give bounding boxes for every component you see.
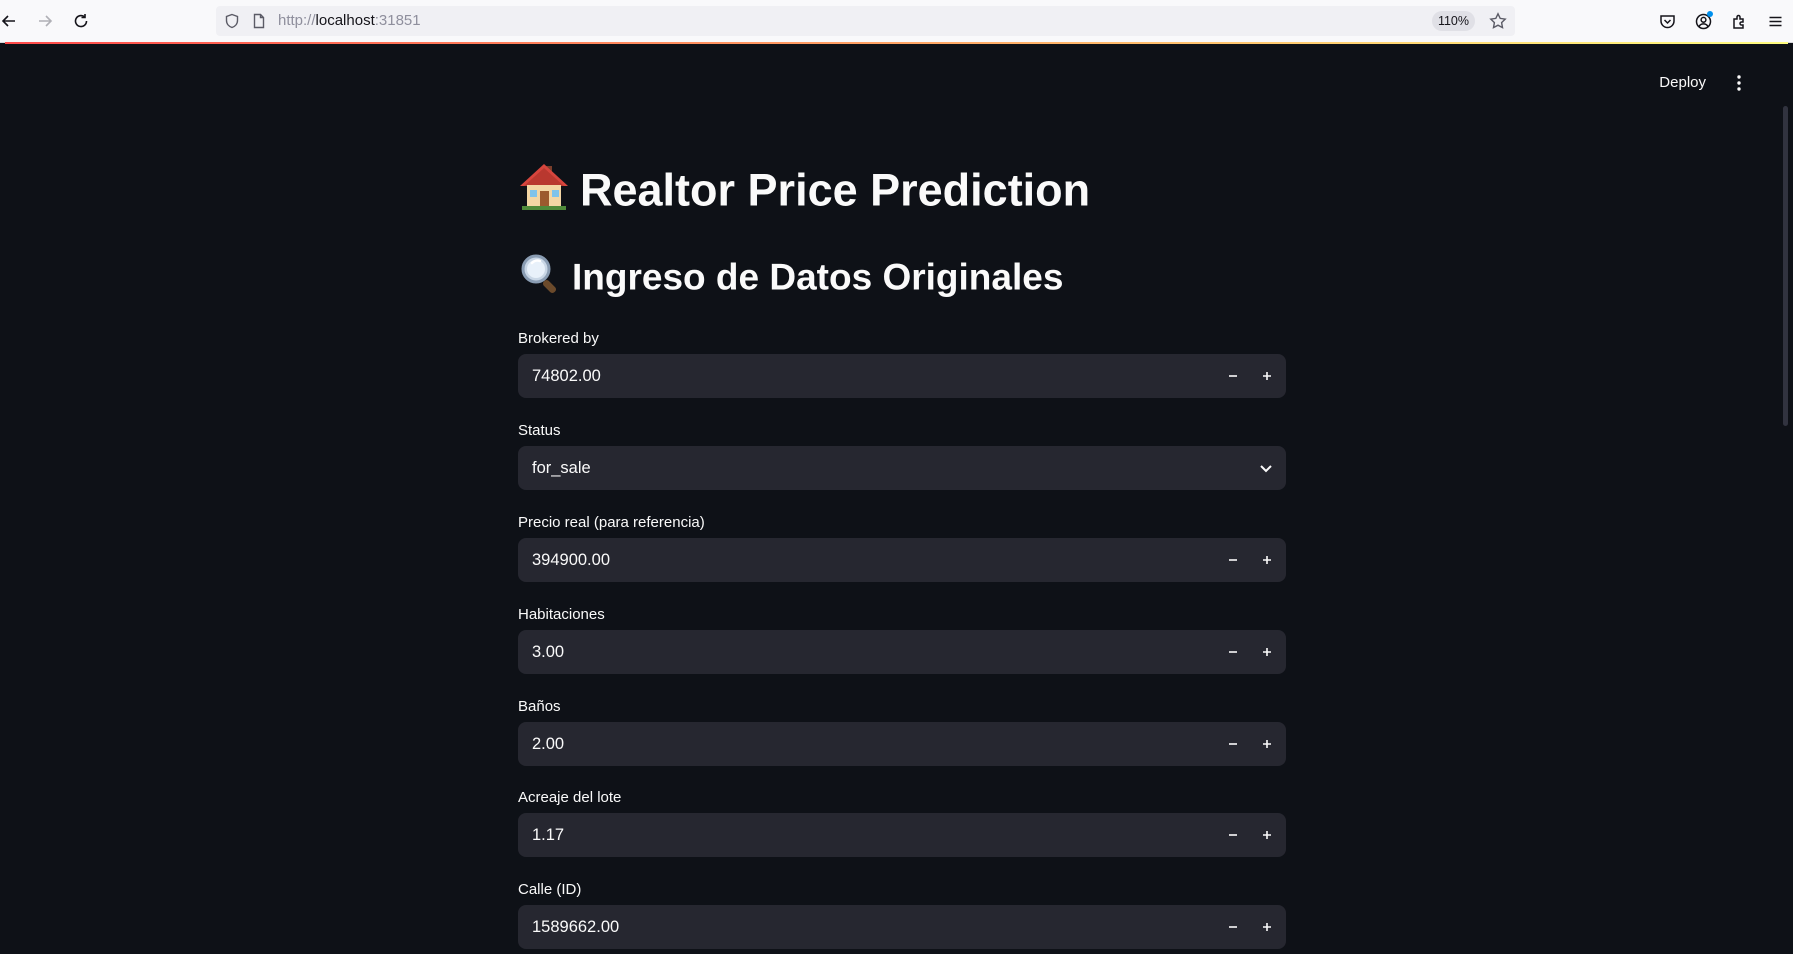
calle-id-input[interactable]: 1589662.00 [532,905,619,949]
magnifying-glass-emoji-icon [518,252,562,307]
account-icon[interactable] [1691,9,1715,33]
habitaciones-increment-button[interactable] [1253,638,1281,666]
section-heading: Ingreso de Datos Originales [518,252,1063,307]
status-selected-value[interactable]: for_sale [532,446,591,490]
main-menu-icon[interactable] [1726,70,1752,96]
acreaje-field: Acreaje del lote 1.17 [518,788,1286,857]
precio-real-input-box[interactable]: 394900.00 [518,538,1286,582]
calle-id-increment-button[interactable] [1253,913,1281,941]
precio-real-decrement-button[interactable] [1219,546,1247,574]
status-label: Status [518,422,561,439]
url-host: localhost [315,12,375,29]
brokered-by-label: Brokered by [518,330,599,347]
precio-real-input[interactable]: 394900.00 [532,538,610,582]
banos-field: Baños 2.00 [518,697,1286,766]
banos-label: Baños [518,698,561,715]
habitaciones-label: Habitaciones [518,606,605,623]
calle-id-input-box[interactable]: 1589662.00 [518,905,1286,949]
acreaje-input[interactable]: 1.17 [532,813,564,857]
acreaje-decrement-button[interactable] [1219,821,1247,849]
address-bar[interactable]: http://localhost:31851 110% [216,6,1515,36]
acreaje-increment-button[interactable] [1253,821,1281,849]
bookmark-star-icon[interactable] [1489,12,1507,30]
brokered-by-input[interactable]: 74802.00 [532,354,601,398]
precio-real-increment-button[interactable] [1253,546,1281,574]
notification-dot [1707,11,1713,17]
banos-increment-button[interactable] [1253,730,1281,758]
calle-id-field: Calle (ID) 1589662.00 [518,880,1286,949]
page-title-text: Realtor Price Prediction [580,164,1091,216]
status-select[interactable]: for_sale [518,446,1286,490]
zoom-level-badge[interactable]: 110% [1431,11,1475,31]
brokered-by-field: Brokered by 74802.00 [518,329,1286,398]
banos-input-box[interactable]: 2.00 [518,722,1286,766]
acreaje-label: Acreaje del lote [518,789,622,806]
pocket-icon[interactable] [1655,9,1679,33]
precio-real-label: Precio real (para referencia) [518,514,705,531]
habitaciones-field: Habitaciones 3.00 [518,605,1286,674]
habitaciones-input[interactable]: 3.00 [532,630,564,674]
page-title: Realtor Price Prediction [518,160,1090,227]
url-text[interactable]: http://localhost:31851 [278,6,421,36]
forward-icon[interactable] [32,8,58,34]
app-menu-icon[interactable] [1763,9,1787,33]
chevron-down-icon[interactable] [1256,458,1276,478]
brokered-by-increment-button[interactable] [1253,362,1281,390]
precio-real-field: Precio real (para referencia) 394900.00 [518,513,1286,582]
url-port: :31851 [374,12,421,29]
url-scheme: http:// [278,12,316,29]
browser-toolbar: http://localhost:31851 110% [0,0,1793,43]
brokered-by-input-box[interactable]: 74802.00 [518,354,1286,398]
section-heading-text: Ingreso de Datos Originales [572,256,1064,298]
calle-id-decrement-button[interactable] [1219,913,1247,941]
habitaciones-input-box[interactable]: 3.00 [518,630,1286,674]
back-icon[interactable] [0,8,22,34]
acreaje-input-box[interactable]: 1.17 [518,813,1286,857]
page-scrollbar[interactable] [1783,106,1788,426]
reload-icon[interactable] [68,8,94,34]
extensions-icon[interactable] [1727,9,1751,33]
streamlit-app: Deploy Realtor Price Prediction Ingreso … [5,42,1788,954]
banos-input[interactable]: 2.00 [532,722,564,766]
page-icon [253,13,265,29]
calle-id-label: Calle (ID) [518,881,582,898]
status-field: Status for_sale [518,421,1286,490]
brokered-by-decrement-button[interactable] [1219,362,1247,390]
header-decoration-bar [5,42,1788,44]
deploy-button[interactable]: Deploy [1659,70,1706,96]
habitaciones-decrement-button[interactable] [1219,638,1247,666]
banos-decrement-button[interactable] [1219,730,1247,758]
shield-icon[interactable] [224,13,240,29]
house-emoji-icon [518,160,570,227]
